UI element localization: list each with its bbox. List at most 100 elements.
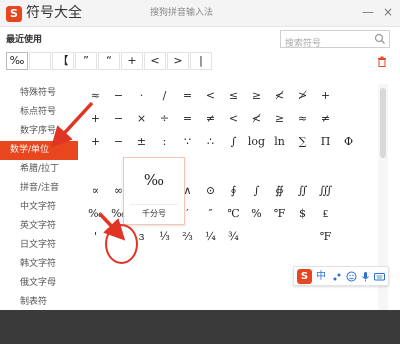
close-button[interactable]: × (380, 4, 396, 20)
symbol-cell[interactable]: = (176, 84, 199, 107)
symbol-cell[interactable]: ÷ (153, 107, 176, 130)
symbol-cell[interactable]: + (84, 130, 107, 153)
symbol-cell[interactable] (291, 225, 314, 248)
sidebar-item[interactable]: 标点符号 (0, 103, 78, 122)
symbol-cell[interactable]: ≠ (314, 107, 337, 130)
keyboard-icon[interactable] (374, 271, 385, 282)
recent-symbol-cell[interactable]: + (121, 52, 143, 70)
recent-symbol-cell[interactable]: ” (75, 52, 97, 70)
symbol-cell[interactable]: ± (130, 130, 153, 153)
sidebar-item[interactable]: 希腊/拉丁 (0, 160, 78, 179)
symbol-cell[interactable]: − (107, 130, 130, 153)
symbol-cell[interactable]: ℃ (222, 202, 245, 225)
symbol-cell[interactable]: ℉ (268, 202, 291, 225)
symbol-cell[interactable]: ' (84, 225, 107, 248)
recent-symbol-cell[interactable]: “ (98, 52, 120, 70)
symbol-cell[interactable]: < (222, 107, 245, 130)
search-input[interactable] (281, 36, 367, 52)
sidebar-item[interactable]: 拼音/注音 (0, 179, 78, 198)
symbol-cell[interactable]: × (130, 107, 153, 130)
symbol-cell[interactable] (245, 225, 268, 248)
scrollbar-thumb[interactable] (380, 88, 386, 158)
symbol-cell[interactable]: ≠ (199, 107, 222, 130)
symbol-cell[interactable]: ∑ (291, 130, 314, 153)
punctuation-icon[interactable] (332, 271, 343, 282)
emoji-icon[interactable] (346, 271, 357, 282)
sidebar-item[interactable]: 特殊符号 (0, 84, 78, 103)
microphone-icon[interactable] (360, 271, 371, 282)
symbol-cell[interactable]: ≯ (291, 84, 314, 107)
symbol-cell[interactable]: ∝ (84, 179, 107, 202)
symbol-cell[interactable]: · (130, 84, 153, 107)
symbol-cell[interactable]: ″ (199, 202, 222, 225)
symbol-preview-tooltip: ‰ 千分号 (123, 157, 185, 225)
symbol-cell[interactable]: / (153, 84, 176, 107)
search-icon[interactable] (374, 33, 386, 45)
symbol-cell[interactable]: − (107, 107, 130, 130)
symbol-row: + − × ÷ = ≠ < ≮ ≥ ≈ ≠ (84, 107, 374, 130)
symbol-cell[interactable]: ⅓ (153, 225, 176, 248)
symbol-cell[interactable]: ¾ (222, 225, 245, 248)
symbol-cell[interactable]: + (314, 84, 337, 107)
recent-symbol-cell[interactable]: 【 (52, 52, 74, 70)
symbol-cell[interactable]: = (176, 107, 199, 130)
symbol-cell[interactable]: ∴ (199, 130, 222, 153)
symbol-cell[interactable]: ≥ (245, 84, 268, 107)
symbol-cell[interactable]: Φ (337, 130, 360, 153)
symbol-cell[interactable]: ∫ (222, 130, 245, 153)
symbol-cell[interactable] (268, 225, 291, 248)
recent-symbol-cell[interactable]: > (167, 52, 189, 70)
symbol-cell[interactable]: ‰ (84, 202, 107, 225)
sidebar-item[interactable]: 数字序号 (0, 122, 78, 141)
recent-symbol-cell[interactable]: ‰ (6, 52, 28, 70)
symbol-cell[interactable]: ℉ (314, 225, 337, 248)
category-sidebar: 特殊符号 标点符号 数字序号 数学/单位 希腊/拉丁 拼音/注音 中文字符 英文字符 日文字符韩… (0, 84, 78, 312)
ime-toolbar[interactable]: S 中 (293, 266, 389, 286)
recent-symbol-cell[interactable]: < (144, 52, 166, 70)
symbol-cell[interactable]: : (153, 130, 176, 153)
symbol-grid-top: ≈ − · / = < ≤ ≥ ≮ ≯ + + − × ÷ = ≠ < ≮ ≥ ≈ ≠ + − ±: ∵ ∴ ∫ log ln ∑ Π Φ (84, 84, 374, 153)
symbol-cell[interactable]: ∭ (314, 179, 337, 202)
trash-icon[interactable] (377, 56, 387, 67)
symbol-cell[interactable]: ⊙ (199, 179, 222, 202)
recent-symbol-cell[interactable]: | (190, 52, 212, 70)
symbol-cell[interactable]: ≈ (84, 84, 107, 107)
sidebar-item[interactable]: 日文字符 (0, 236, 78, 255)
sogou-logo-icon: S (6, 6, 22, 22)
bottom-strip (0, 310, 400, 344)
symbol-cell[interactable]: ∮ (222, 179, 245, 202)
sidebar-item[interactable]: 中文字符 (0, 198, 78, 217)
window-title: 搜狗拼音输入法 (150, 8, 214, 18)
symbol-cell[interactable]: ∫ (245, 179, 268, 202)
sidebar-item[interactable]: 数学/单位 (0, 141, 78, 160)
recent-used-label: 最近使用 (6, 35, 43, 45)
ime-logo-icon[interactable]: S (297, 269, 312, 284)
symbol-cell[interactable]: ≮ (245, 107, 268, 130)
symbol-cell[interactable]: ≈ (291, 107, 314, 130)
symbol-cell[interactable]: ∯ (268, 179, 291, 202)
symbol-cell[interactable]: ⅔ (176, 225, 199, 248)
symbol-cell[interactable]: ∵ (176, 130, 199, 153)
sidebar-item[interactable]: 俄文字母 (0, 274, 78, 293)
symbol-cell[interactable]: log (245, 130, 268, 153)
sidebar-item[interactable]: 韩文字符 (0, 255, 78, 274)
symbol-cell[interactable]: ≤ (222, 84, 245, 107)
recent-symbol-cell[interactable] (29, 52, 51, 70)
symbol-cell[interactable]: ¼ (199, 225, 222, 248)
ime-language-toggle[interactable]: 中 (316, 270, 326, 284)
symbol-cell[interactable]: ln (268, 130, 291, 153)
symbol-cell[interactable]: + (84, 107, 107, 130)
title-bar: S 符号大全 搜狗拼音输入法 — × (0, 0, 400, 27)
symbol-cell[interactable]: $ (291, 202, 314, 225)
sidebar-item[interactable]: 英文字符 (0, 217, 78, 236)
symbol-cell[interactable]: % (245, 202, 268, 225)
symbol-cell[interactable]: ≮ (268, 84, 291, 107)
symbol-cell[interactable]: ₤ (314, 202, 337, 225)
minimize-button[interactable]: — (360, 4, 376, 20)
symbol-cell[interactable]: ∬ (291, 179, 314, 202)
symbol-cell[interactable]: Π (314, 130, 337, 153)
symbol-cell[interactable]: ≥ (268, 107, 291, 130)
search-box[interactable] (280, 30, 390, 52)
symbol-cell[interactable]: − (107, 84, 130, 107)
symbol-cell[interactable]: < (199, 84, 222, 107)
